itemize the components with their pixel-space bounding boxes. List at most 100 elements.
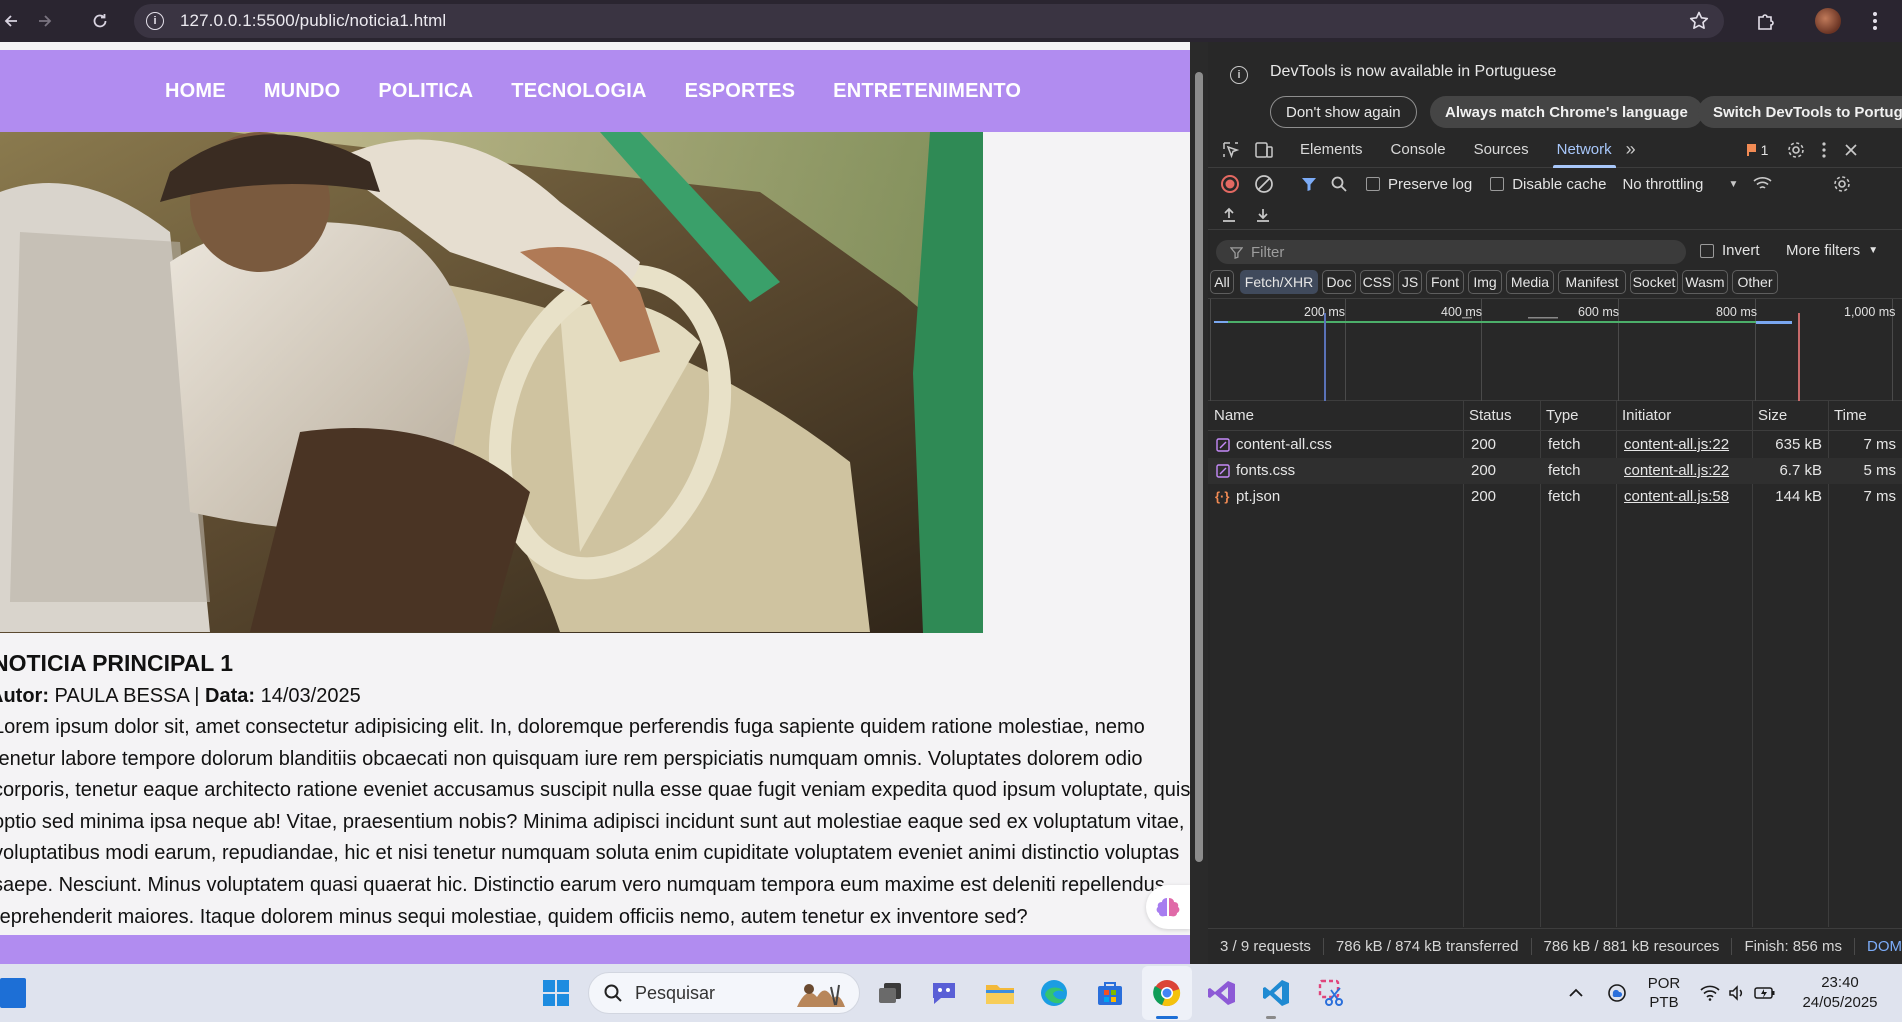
type-filter-other[interactable]: Other	[1732, 270, 1778, 294]
file-explorer-icon[interactable]	[982, 975, 1018, 1011]
edge-browser-icon[interactable]	[1036, 975, 1072, 1011]
address-bar[interactable]: i 127.0.0.1:5500/public/noticia1.html	[134, 4, 1724, 38]
type-filter-font[interactable]: Font	[1426, 270, 1464, 294]
extensions-button[interactable]	[1748, 0, 1784, 42]
network-conditions-button[interactable]	[1752, 175, 1774, 193]
filter-input[interactable]: Filter	[1216, 240, 1686, 264]
type-filter-socket[interactable]: Socket	[1630, 270, 1678, 294]
devtools-settings-button[interactable]	[1786, 140, 1806, 160]
column-header-status[interactable]: Status	[1463, 401, 1512, 431]
type-filter-doc[interactable]: Doc	[1322, 270, 1356, 294]
search-button[interactable]	[1330, 175, 1348, 193]
clear-button[interactable]	[1254, 174, 1274, 194]
table-row[interactable]: fonts.css 200 fetch content-all.js:22 6.…	[1208, 458, 1902, 484]
type-filter-fetch-xhr[interactable]: Fetch/XHR	[1240, 270, 1318, 294]
throttling-select[interactable]: No throttling ▼	[1622, 176, 1738, 193]
issues-badge[interactable]: 1	[1746, 141, 1769, 158]
reload-button[interactable]	[88, 0, 112, 42]
request-initiator-link[interactable]: content-all.js:22	[1624, 458, 1729, 484]
microsoft-store-icon[interactable]	[1092, 975, 1128, 1011]
quick-settings-button[interactable]	[1696, 964, 1780, 1022]
hero-image	[0, 132, 983, 633]
status-resources: 786 kB / 881 kB resources	[1532, 938, 1733, 955]
chat-app-icon[interactable]	[926, 975, 962, 1011]
nav-esportes[interactable]: ESPORTES	[685, 80, 796, 103]
match-chrome-language-button[interactable]: Always match Chrome's language	[1430, 96, 1703, 128]
bookmark-star-icon[interactable]	[1688, 10, 1710, 37]
show-hidden-icons-button[interactable]	[1562, 964, 1590, 1022]
article-body-line: reprehenderit maiores. Itaque dolorem mi…	[0, 905, 1028, 928]
nav-politica[interactable]: POLITICA	[378, 80, 473, 103]
info-icon: i	[1230, 66, 1248, 84]
page-scroll-thumb[interactable]	[1195, 72, 1203, 862]
chrome-browser-icon[interactable]	[1149, 975, 1185, 1011]
column-header-name[interactable]: Name	[1208, 401, 1254, 431]
type-filter-img[interactable]: Img	[1468, 270, 1502, 294]
switch-devtools-language-button[interactable]: Switch DevTools to Portuguese	[1698, 96, 1902, 128]
request-initiator-link[interactable]: content-all.js:22	[1624, 432, 1729, 458]
tab-elements[interactable]: Elements	[1300, 132, 1363, 168]
vscode-icon[interactable]	[1258, 975, 1294, 1011]
issues-count: 1	[1760, 141, 1769, 158]
clear-circle-icon	[1255, 175, 1273, 193]
request-initiator-link[interactable]: content-all.js:58	[1624, 484, 1729, 510]
dont-show-again-button[interactable]: Don't show again	[1270, 96, 1417, 128]
site-info-icon[interactable]: i	[146, 12, 164, 30]
nav-home[interactable]: HOME	[165, 80, 226, 103]
export-har-button[interactable]	[1254, 206, 1272, 224]
type-filter-manifest[interactable]: Manifest	[1558, 270, 1626, 294]
clock[interactable]: 23:40 24/05/2025	[1790, 964, 1890, 1022]
nav-tecnologia[interactable]: TECNOLOGIA	[511, 80, 646, 103]
back-button[interactable]	[0, 0, 22, 42]
checkbox-icon	[1366, 177, 1380, 191]
taskbar-search[interactable]: Pesquisar	[588, 972, 860, 1014]
tab-sources[interactable]: Sources	[1474, 132, 1529, 168]
more-filters-dropdown[interactable]: More filters ▼	[1786, 242, 1878, 259]
type-filter-js[interactable]: JS	[1398, 270, 1422, 294]
visual-studio-icon[interactable]	[1204, 975, 1240, 1011]
table-row[interactable]: {·} pt.json 200 fetch content-all.js:58 …	[1208, 484, 1902, 510]
column-header-initiator[interactable]: Initiator	[1616, 401, 1671, 431]
invert-checkbox[interactable]: Invert	[1700, 242, 1760, 259]
tab-network[interactable]: Network	[1552, 132, 1616, 168]
onedrive-status-icon[interactable]	[1602, 964, 1632, 1022]
type-filter-all[interactable]: All	[1210, 270, 1234, 294]
more-tabs-chevron-icon[interactable]: »	[1626, 139, 1636, 160]
type-filter-media[interactable]: Media	[1506, 270, 1554, 294]
filter-toggle-button[interactable]	[1300, 175, 1318, 193]
tab-console[interactable]: Console	[1391, 132, 1446, 168]
widgets-icon[interactable]	[0, 978, 26, 1008]
type-filter-css[interactable]: CSS	[1360, 270, 1394, 294]
table-row[interactable]: content-all.css 200 fetch content-all.js…	[1208, 432, 1902, 458]
request-type: fetch	[1548, 436, 1581, 453]
profile-button[interactable]	[1810, 0, 1846, 42]
device-toolbar-button[interactable]	[1254, 141, 1278, 159]
column-header-type[interactable]: Type	[1540, 401, 1579, 431]
snipping-tool-icon[interactable]	[1314, 975, 1350, 1011]
nav-entretenimento[interactable]: ENTRETENIMENTO	[833, 80, 1021, 103]
request-time: 7 ms	[1863, 436, 1896, 453]
column-header-size[interactable]: Size	[1752, 401, 1787, 431]
type-filter-wasm[interactable]: Wasm	[1682, 270, 1728, 294]
input-language-indicator[interactable]: POR PTB	[1644, 964, 1684, 1022]
json-icon: {·}	[1215, 489, 1230, 504]
forward-button[interactable]	[34, 0, 56, 42]
preserve-log-checkbox[interactable]: Preserve log	[1366, 176, 1472, 193]
close-devtools-button[interactable]	[1844, 143, 1858, 157]
network-settings-button[interactable]	[1832, 174, 1852, 194]
inspect-element-button[interactable]	[1222, 141, 1246, 159]
page-scrollbar[interactable]	[1190, 42, 1208, 964]
record-button[interactable]	[1220, 174, 1240, 194]
floating-assistant-button[interactable]	[1146, 885, 1190, 929]
disable-cache-checkbox[interactable]: Disable cache	[1490, 176, 1606, 193]
devtools-menu-button[interactable]	[1822, 141, 1827, 158]
column-header-time[interactable]: Time	[1828, 401, 1867, 431]
network-overview-timeline[interactable]: 200 ms 400 ms 600 ms 800 ms 1,000 ms	[1208, 298, 1902, 401]
nav-mundo[interactable]: MUNDO	[264, 80, 341, 103]
more-filters-label: More filters	[1786, 242, 1861, 259]
import-har-button[interactable]	[1220, 206, 1238, 224]
request-status: 200	[1471, 436, 1497, 453]
task-view-icon[interactable]	[872, 975, 908, 1011]
start-button[interactable]	[538, 975, 574, 1011]
browser-menu-button[interactable]	[1860, 0, 1890, 42]
